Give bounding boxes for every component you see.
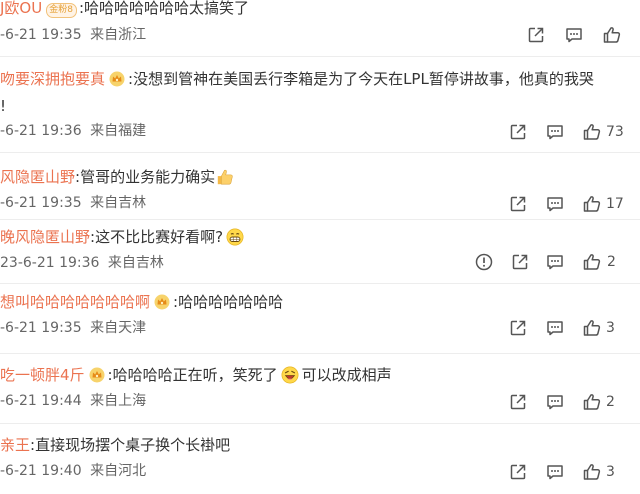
- comment-actions: 17: [502, 194, 640, 214]
- comment-content-continuation: !: [0, 97, 7, 115]
- comment-content: :没想到管神在美国丢行李箱是为了今天在LPL暂停讲故事，他真的我哭: [128, 70, 594, 88]
- like-count: 3: [606, 464, 615, 480]
- comment-meta: -6-21 19:44 来自上海: [0, 393, 146, 409]
- like-count: 3: [606, 320, 615, 336]
- comment-username[interactable]: 晚风隐匿山野: [0, 228, 90, 246]
- comment-location: 来自河北: [90, 463, 147, 479]
- comment-content-tail: 可以改成相声: [301, 366, 392, 384]
- like-icon[interactable]: [582, 122, 602, 142]
- like-icon[interactable]: [582, 462, 602, 482]
- comment-actions: 73: [502, 122, 640, 142]
- comment-text-line: J欧OU 金粉8:哈哈哈哈哈哈哈太搞笑了: [0, 0, 249, 18]
- comment-location: 来自天津: [90, 320, 147, 336]
- divider: [0, 56, 640, 57]
- comment-icon[interactable]: [545, 392, 565, 412]
- vip-crown-icon: [89, 367, 105, 383]
- like-count: 2: [607, 254, 616, 270]
- comment-username[interactable]: 吻要深拥抱要真: [0, 70, 105, 88]
- comment-text-line: 吻要深拥抱要真 :没想到管神在美国丢行李箱是为了今天在LPL暂停讲故事，他真的我哭: [0, 70, 594, 88]
- comment-location: 来自福建: [90, 123, 147, 139]
- comment-text-line: 亲王:直接现场摆个桌子换个长褂吧: [0, 436, 230, 454]
- divider: [0, 353, 640, 354]
- comment-actions: 2: [474, 252, 640, 272]
- comment-time: -6-21 19:40: [0, 463, 82, 479]
- comment-actions: [520, 25, 640, 45]
- comment-text-line: 吃一顿胖4斤 :哈哈哈哈正在听，笑死了 可以改成相声: [0, 366, 392, 384]
- like-count: 2: [606, 394, 615, 410]
- comment-icon[interactable]: [545, 318, 565, 338]
- comment-meta: -6-21 19:40 来自河北: [0, 463, 146, 479]
- comment-content: :这不比比赛好看啊?: [90, 228, 224, 246]
- comment-location: 来自吉林: [90, 195, 147, 211]
- comment-username[interactable]: 亲王: [0, 436, 30, 454]
- comment-text-line: 风隐匿山野:管哥的业务能力确实: [0, 168, 234, 186]
- comment-meta: 23-6-21 19:36 来自吉林: [0, 255, 164, 271]
- report-icon[interactable]: [474, 252, 494, 272]
- like-icon[interactable]: [582, 194, 602, 214]
- comment-time: -6-21 19:35: [0, 195, 82, 211]
- share-icon[interactable]: [508, 194, 528, 214]
- comment-username[interactable]: J欧OU: [0, 0, 42, 17]
- comment-actions: 3: [502, 318, 640, 338]
- comment-actions: 3: [502, 462, 640, 482]
- comment-time: -6-21 19:35: [0, 320, 82, 336]
- comment-text-continuation: !: [0, 97, 6, 115]
- comment-icon[interactable]: [564, 25, 584, 45]
- comment-content: :哈哈哈哈哈哈哈太搞笑了: [78, 0, 250, 17]
- comment-content: :直接现场摆个桌子换个长褂吧: [30, 436, 231, 454]
- comment-content: :哈哈哈哈正在听，笑死了: [107, 366, 278, 384]
- comment-actions: 2: [502, 392, 640, 412]
- comment-meta: -6-21 19:36 来自福建: [0, 123, 146, 139]
- fan-badge[interactable]: 金粉8: [46, 3, 77, 18]
- like-icon[interactable]: [582, 392, 602, 412]
- comment-time: 23-6-21 19:36: [0, 255, 100, 271]
- share-icon[interactable]: [510, 252, 530, 272]
- share-icon[interactable]: [526, 25, 546, 45]
- comment-icon[interactable]: [545, 194, 565, 214]
- like-icon[interactable]: [582, 318, 602, 338]
- share-icon[interactable]: [508, 392, 528, 412]
- comment-location: 来自浙江: [90, 27, 147, 43]
- divider: [0, 283, 640, 284]
- vip-crown-icon: [154, 294, 170, 310]
- like-count: 73: [606, 124, 624, 140]
- share-icon[interactable]: [508, 318, 528, 338]
- comment-username[interactable]: 风隐匿山野: [0, 168, 75, 186]
- comment-text-line: 晚风隐匿山野:这不比比赛好看啊?: [0, 228, 244, 246]
- comment-location: 来自上海: [90, 393, 147, 409]
- divider: [0, 423, 640, 424]
- comment-username[interactable]: 吃一顿胖4斤: [0, 366, 85, 384]
- comment-content: :哈哈哈哈哈哈哈: [173, 293, 284, 311]
- comment-time: -6-21 19:36: [0, 123, 82, 139]
- comment-meta: -6-21 19:35 来自吉林: [0, 195, 146, 211]
- comment-location: 来自吉林: [107, 255, 164, 271]
- laugh-emoji-icon: [281, 366, 299, 384]
- divider: [0, 219, 640, 220]
- share-icon[interactable]: [508, 122, 528, 142]
- comment-icon[interactable]: [545, 252, 565, 272]
- comment-username[interactable]: 想叫哈哈哈哈哈哈哈啊: [0, 293, 150, 311]
- comment-time: -6-21 19:44: [0, 393, 82, 409]
- share-icon[interactable]: [508, 462, 528, 482]
- comment-text-line: 想叫哈哈哈哈哈哈哈啊 :哈哈哈哈哈哈哈: [0, 293, 283, 311]
- like-icon[interactable]: [582, 252, 602, 272]
- grin-emoji-icon: [226, 228, 244, 246]
- vip-crown-icon: [109, 71, 125, 87]
- comment-icon[interactable]: [545, 122, 565, 142]
- comment-meta: -6-21 19:35 来自天津: [0, 320, 146, 336]
- like-icon[interactable]: [602, 25, 622, 45]
- comment-meta: -6-21 19:35 来自浙江: [0, 27, 146, 43]
- thumbs-up-emoji-icon: [216, 168, 234, 186]
- comment-time: -6-21 19:35: [0, 27, 82, 43]
- comment-content: :管哥的业务能力确实: [75, 168, 216, 186]
- like-count: 17: [606, 196, 624, 212]
- comment-icon[interactable]: [545, 462, 565, 482]
- divider: [0, 152, 640, 153]
